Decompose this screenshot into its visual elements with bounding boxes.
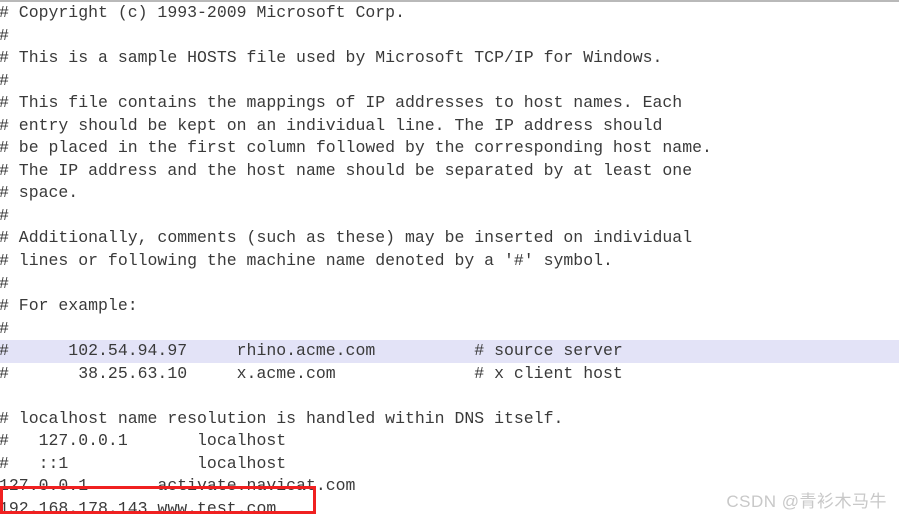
editor-line[interactable]: # [0,273,899,296]
editor-line-text: # [0,318,9,341]
editor-line[interactable]: # 38.25.63.10 x.acme.com # x client host [0,363,899,386]
editor-line-text: # This file contains the mappings of IP … [0,93,683,113]
editor-line[interactable]: # This is a sample HOSTS file used by Mi… [0,47,899,70]
editor-line-text: # Additionally, comments (such as these)… [0,228,693,248]
editor-line[interactable]: # This file contains the mappings of IP … [0,92,899,115]
editor-line-text: # [0,273,9,296]
editor-line-text: # 102.54.94.97 rhino.acme.com # source s… [0,341,623,361]
editor-line[interactable]: # ::1 localhost [0,453,899,476]
editor-line-text: # [0,70,9,93]
editor-line-text: # lines or following the machine name de… [0,251,613,271]
editor-line[interactable]: # space. [0,182,899,205]
editor-line[interactable]: # localhost name resolution is handled w… [0,408,899,431]
editor-line-text: # This is a sample HOSTS file used by Mi… [0,48,663,68]
editor-line-text: # entry should be kept on an individual … [0,115,663,135]
editor-line-text: # [0,25,9,48]
editor-line-text: # Copyright (c) 1993-2009 Microsoft Corp… [0,3,405,22]
editor-line-text: # [0,205,9,228]
editor-line-text: # localhost name resolution is handled w… [0,408,564,428]
editor-line-text: # For example: [0,296,138,316]
editor-line[interactable]: # For example: [0,295,899,318]
editor-line[interactable]: # be placed in the first column followed… [0,137,899,160]
editor-line[interactable]: # lines or following the machine name de… [0,250,899,273]
editor-line[interactable]: # Additionally, comments (such as these)… [0,227,899,250]
editor-line[interactable]: # The IP address and the host name shoul… [0,160,899,183]
editor-line[interactable]: # 102.54.94.97 rhino.acme.com # source s… [0,340,899,363]
editor-line-text: # space. [0,183,79,203]
editor-line[interactable]: # [0,70,899,93]
editor-line-text: # 38.25.63.10 x.acme.com # x client host [0,363,623,383]
editor-line-text: 192.168.178.143 www.test.com [0,499,277,519]
editor-line-text: # be placed in the first column followed… [0,138,712,158]
editor-line[interactable]: # entry should be kept on an individual … [0,115,899,138]
editor-line-text: # ::1 localhost [0,453,287,473]
editor-line-text: # 127.0.0.1 localhost [0,431,287,451]
editor-line[interactable]: # [0,25,899,48]
editor-line[interactable]: # [0,205,899,228]
editor-line[interactable]: # [0,318,899,341]
hosts-file-screenshot: # Copyright (c) 1993-2009 Microsoft Corp… [0,0,899,520]
editor-line-text: # The IP address and the host name shoul… [0,160,693,180]
editor-line[interactable]: # Copyright (c) 1993-2009 Microsoft Corp… [0,2,899,25]
text-editor-content[interactable]: # Copyright (c) 1993-2009 Microsoft Corp… [0,2,899,520]
csdn-watermark: CSDN @青衫木马牛 [726,492,887,511]
editor-line[interactable]: # 127.0.0.1 localhost [0,430,899,453]
editor-line[interactable] [0,385,899,408]
editor-line-text: 127.0.0.1 activate.navicat.com [0,476,356,496]
